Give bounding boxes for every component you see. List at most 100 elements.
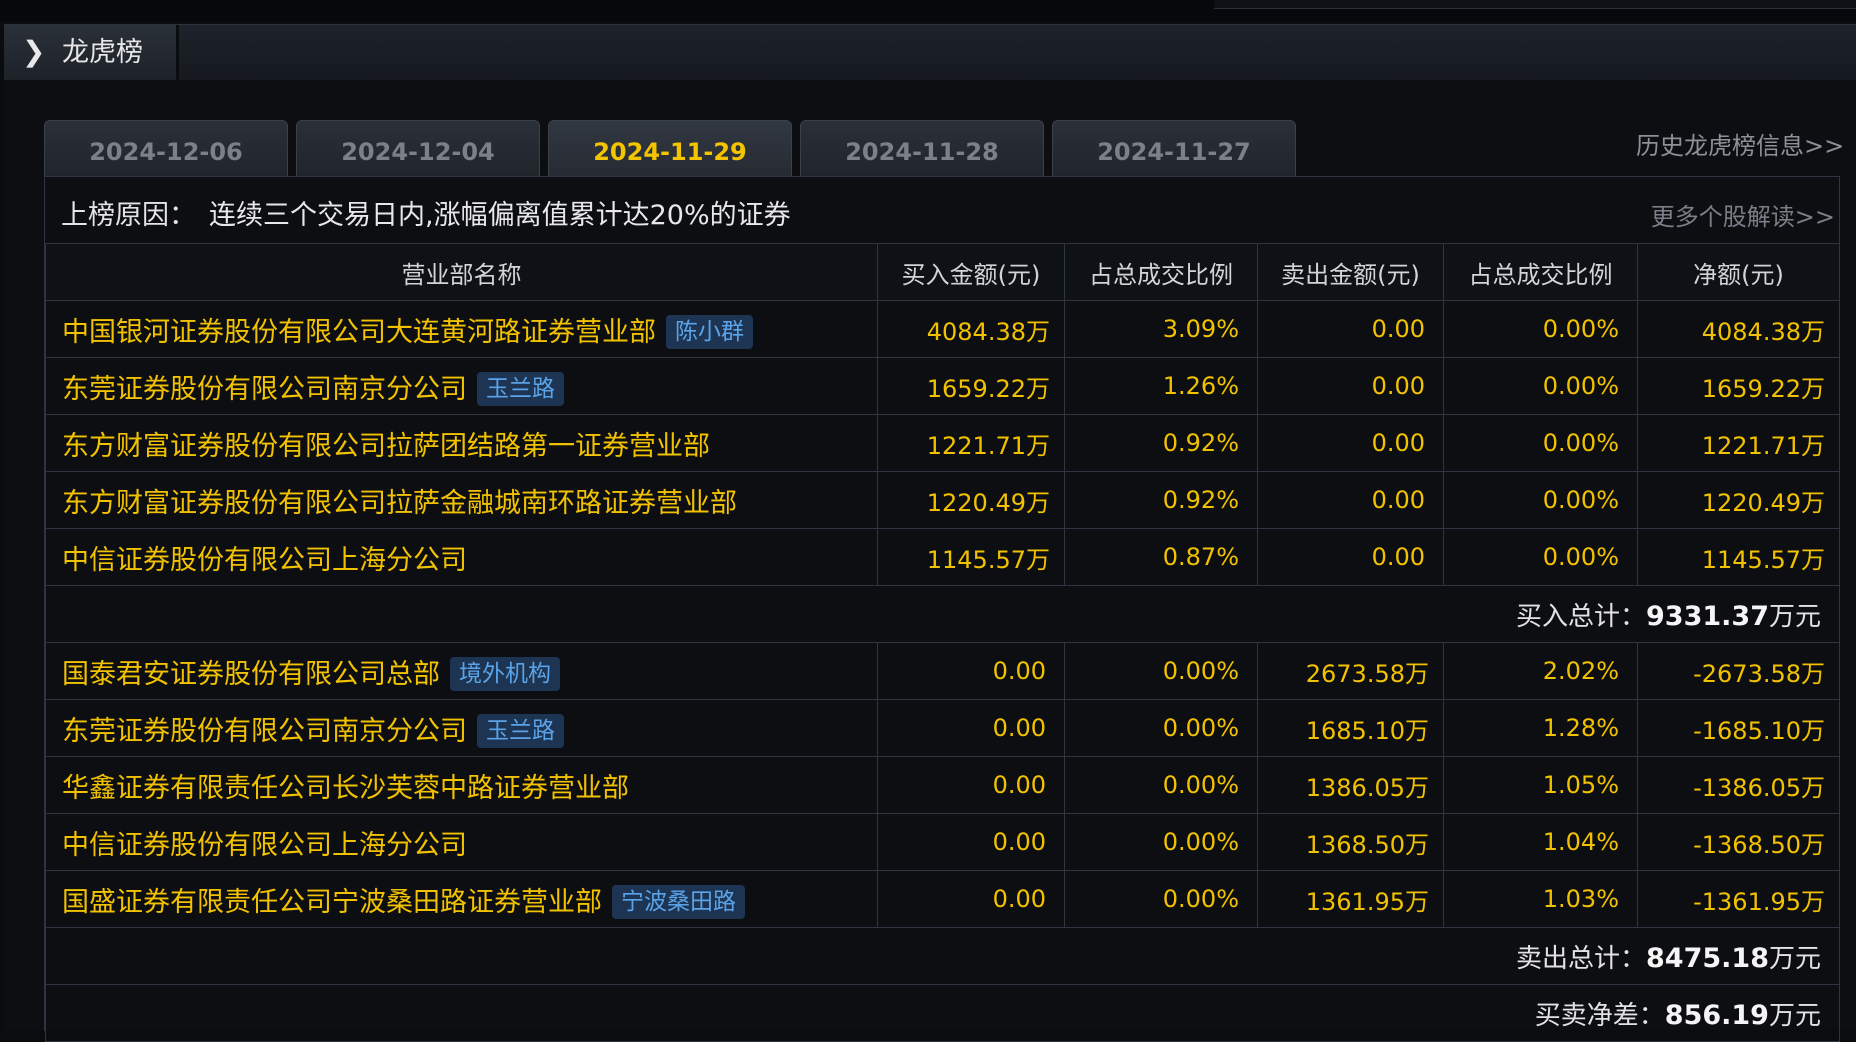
branch-name-link[interactable]: 国泰君安证券股份有限公司总部	[62, 659, 440, 690]
buy-total-cell: 买入总计：9331.37万元	[45, 585, 1840, 643]
net-amount-cell: -1361.95万	[1637, 870, 1840, 928]
branch-cell: 东莞证券股份有限公司南京分公司 玉兰路	[45, 357, 878, 415]
sell-total-label: 卖出总计：	[1515, 943, 1646, 974]
net-amount-cell: 1659.22万	[1637, 357, 1840, 415]
branch-name-link[interactable]: 中信证券股份有限公司上海分公司	[62, 545, 467, 576]
tab-date-2[interactable]: 2024-12-04	[296, 120, 540, 177]
table-row: 国盛证券有限责任公司宁波桑田路证券营业部 宁波桑田路 0.00 0.00% 136…	[45, 870, 1840, 928]
buy-ratio-cell: 0.92%	[1064, 471, 1258, 529]
sell-total-unit: 万元	[1768, 943, 1821, 974]
sell-amount-cell: 1386.05万	[1257, 756, 1444, 814]
sell-total-row: 卖出总计：8475.18万元	[45, 927, 1840, 985]
sell-amount-cell: 1685.10万	[1257, 699, 1444, 757]
branch-cell: 中信证券股份有限公司上海分公司	[45, 813, 878, 871]
buy-ratio-cell: 1.26%	[1064, 357, 1258, 415]
tab-date-1[interactable]: 2024-12-06	[44, 120, 288, 177]
history-link[interactable]: 历史龙虎榜信息>>	[1636, 126, 1844, 161]
buy-total-row: 买入总计：9331.37万元	[45, 585, 1840, 643]
more-analysis-link[interactable]: 更多个股解读>>	[1651, 197, 1835, 232]
branch-cell: 国泰君安证券股份有限公司总部 境外机构	[45, 642, 878, 700]
top-toolbar-box	[1214, 0, 1856, 9]
buy-ratio-cell: 3.09%	[1064, 300, 1258, 358]
net-total-label: 买卖净差：	[1534, 1000, 1665, 1031]
net-amount-cell: 1221.71万	[1637, 414, 1840, 472]
sell-ratio-cell: 0.00%	[1443, 357, 1638, 415]
table-row: 东莞证券股份有限公司南京分公司 玉兰路 1659.22万 1.26% 0.00 0…	[45, 357, 1840, 415]
reason-label: 上榜原因：	[61, 200, 196, 231]
sell-ratio-cell: 1.28%	[1443, 699, 1638, 757]
col-header-buy-amount: 买入金额(元)	[877, 243, 1065, 301]
branch-name-link[interactable]: 中国银河证券股份有限公司大连黄河路证券营业部	[62, 317, 656, 348]
net-amount-cell: 4084.38万	[1637, 300, 1840, 358]
branch-cell: 中信证券股份有限公司上海分公司	[45, 528, 878, 586]
branch-name-link[interactable]: 东莞证券股份有限公司南京分公司	[62, 716, 467, 747]
trader-tag[interactable]: 陈小群	[666, 314, 753, 349]
panel-title: 龙虎榜	[62, 37, 143, 68]
buy-total-value: 9331.37	[1646, 600, 1769, 632]
branch-cell: 华鑫证券有限责任公司长沙芙蓉中路证券营业部	[45, 756, 878, 814]
net-total-unit: 万元	[1768, 1000, 1821, 1031]
sell-amount-cell: 0.00	[1257, 414, 1444, 472]
panel-header-tab[interactable]: ❯ 龙虎榜	[4, 25, 179, 81]
trader-tag[interactable]: 玉兰路	[477, 713, 564, 748]
net-amount-cell: -1685.10万	[1637, 699, 1840, 757]
net-amount-cell: 1220.49万	[1637, 471, 1840, 529]
reason-row: 上榜原因： 连续三个交易日内,涨幅偏离值累计达20%的证券 更多个股解读>>	[45, 177, 1839, 245]
buy-amount-cell: 0.00	[877, 699, 1065, 757]
net-amount-cell: -1368.50万	[1637, 813, 1840, 871]
buy-ratio-cell: 0.00%	[1064, 870, 1258, 928]
branch-cell: 东方财富证券股份有限公司拉萨金融城南环路证券营业部	[45, 471, 878, 529]
branch-cell: 东莞证券股份有限公司南京分公司 玉兰路	[45, 699, 878, 757]
branch-name-link[interactable]: 东方财富证券股份有限公司拉萨团结路第一证券营业部	[62, 431, 710, 462]
table-row: 中信证券股份有限公司上海分公司 0.00 0.00% 1368.50万 1.04…	[45, 813, 1840, 871]
buy-amount-cell: 1221.71万	[877, 414, 1065, 472]
table-row: 国泰君安证券股份有限公司总部 境外机构 0.00 0.00% 2673.58万 2…	[45, 642, 1840, 700]
table-row: 中国银河证券股份有限公司大连黄河路证券营业部 陈小群 4084.38万 3.09%…	[45, 300, 1840, 358]
branch-name-link[interactable]: 国盛证券有限责任公司宁波桑田路证券营业部	[62, 887, 602, 918]
buy-ratio-cell: 0.87%	[1064, 528, 1258, 586]
buy-ratio-cell: 0.00%	[1064, 813, 1258, 871]
branch-name-link[interactable]: 中信证券股份有限公司上海分公司	[62, 830, 467, 861]
buy-ratio-cell: 0.00%	[1064, 699, 1258, 757]
trader-tag[interactable]: 宁波桑田路	[612, 884, 745, 919]
sell-amount-cell: 0.00	[1257, 357, 1444, 415]
branch-cell: 中国银河证券股份有限公司大连黄河路证券营业部 陈小群	[45, 300, 878, 358]
sell-amount-cell: 0.00	[1257, 300, 1444, 358]
table-row: 东方财富证券股份有限公司拉萨团结路第一证券营业部 1221.71万 0.92% …	[45, 414, 1840, 472]
table-row: 中信证券股份有限公司上海分公司 1145.57万 0.87% 0.00 0.00…	[45, 528, 1840, 586]
col-header-sell-amount: 卖出金额(元)	[1257, 243, 1444, 301]
table-row: 华鑫证券有限责任公司长沙芙蓉中路证券营业部 0.00 0.00% 1386.05…	[45, 756, 1840, 814]
sell-ratio-cell: 0.00%	[1443, 471, 1638, 529]
branch-name-link[interactable]: 东方财富证券股份有限公司拉萨金融城南环路证券营业部	[62, 488, 737, 519]
tab-date-5[interactable]: 2024-11-27	[1052, 120, 1296, 177]
top-strip	[0, 0, 1856, 22]
buy-total-label: 买入总计：	[1515, 601, 1646, 632]
buy-amount-cell: 4084.38万	[877, 300, 1065, 358]
sell-amount-cell: 2673.58万	[1257, 642, 1444, 700]
buy-amount-cell: 0.00	[877, 756, 1065, 814]
table-header-row: 营业部名称 买入金额(元) 占总成交比例 卖出金额(元) 占总成交比例 净额(元…	[45, 243, 1840, 301]
col-header-branch: 营业部名称	[45, 243, 878, 301]
buy-amount-cell: 0.00	[877, 813, 1065, 871]
trader-tag[interactable]: 境外机构	[450, 656, 560, 691]
reason-text: 连续三个交易日内,涨幅偏离值累计达20%的证券	[209, 200, 791, 231]
buy-amount-cell: 0.00	[877, 870, 1065, 928]
branch-name-link[interactable]: 华鑫证券有限责任公司长沙芙蓉中路证券营业部	[62, 773, 629, 804]
trader-tag[interactable]: 玉兰路	[477, 371, 564, 406]
sell-ratio-cell: 0.00%	[1443, 528, 1638, 586]
net-amount-cell: 1145.57万	[1637, 528, 1840, 586]
branch-name-link[interactable]: 东莞证券股份有限公司南京分公司	[62, 374, 467, 405]
col-header-net: 净额(元)	[1637, 243, 1840, 301]
sell-amount-cell: 1368.50万	[1257, 813, 1444, 871]
table-row: 东莞证券股份有限公司南京分公司 玉兰路 0.00 0.00% 1685.10万 1…	[45, 699, 1840, 757]
buy-amount-cell: 1659.22万	[877, 357, 1065, 415]
sell-total-cell: 卖出总计：8475.18万元	[45, 927, 1840, 985]
tab-date-3[interactable]: 2024-11-29	[548, 120, 792, 177]
sell-ratio-cell: 0.00%	[1443, 300, 1638, 358]
branch-cell: 东方财富证券股份有限公司拉萨团结路第一证券营业部	[45, 414, 878, 472]
lhb-table: 营业部名称 买入金额(元) 占总成交比例 卖出金额(元) 占总成交比例 净额(元…	[45, 243, 1840, 1042]
tab-date-4[interactable]: 2024-11-28	[800, 120, 1044, 177]
chevron-right-icon: ❯	[22, 35, 46, 68]
sell-ratio-cell: 1.04%	[1443, 813, 1638, 871]
sell-ratio-cell: 1.03%	[1443, 870, 1638, 928]
